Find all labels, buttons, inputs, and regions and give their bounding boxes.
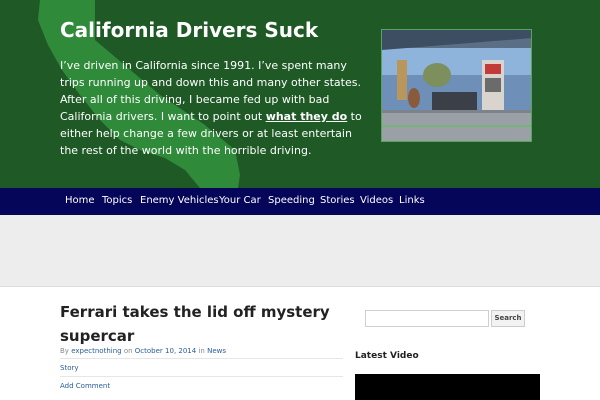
post-title[interactable]: Ferrari takes the lid off mystery superc… [60, 300, 345, 348]
nav-item-topics[interactable]: Topics [102, 195, 132, 206]
byline-on-label: on [123, 347, 133, 355]
site-header: California Drivers Suck I’ve driven in C… [0, 0, 600, 188]
ad-banner-area [0, 215, 600, 287]
byline-in-label: in [198, 347, 205, 355]
site-title[interactable]: California Drivers Suck [60, 18, 318, 42]
divider [60, 376, 343, 377]
tag-link-story[interactable]: Story [60, 364, 79, 372]
header-photo [381, 29, 532, 142]
divider [60, 358, 343, 359]
nav-item-speeding[interactable]: Speeding [268, 195, 315, 206]
nav-item-links[interactable]: Links [399, 195, 425, 206]
nav-item-home[interactable]: Home [65, 195, 95, 206]
byline-by-label: By [60, 347, 69, 355]
search-input[interactable] [365, 310, 489, 327]
date-link[interactable]: October 10, 2014 [135, 347, 196, 355]
nav-item-stories[interactable]: Stories [320, 195, 355, 206]
video-player[interactable] [355, 374, 540, 400]
site-description: I’ve driven in California since 1991. I’… [60, 57, 370, 159]
add-comment-link[interactable]: Add Comment [60, 382, 110, 390]
nav-item-your-car[interactable]: Your Car [219, 195, 261, 206]
category-link[interactable]: News [207, 347, 226, 355]
search-button[interactable]: Search [491, 310, 525, 327]
main-nav: Home Topics Enemy Vehicles Your Car Spee… [0, 188, 600, 215]
author-link[interactable]: expectnothing [71, 347, 121, 355]
post-byline: By expectnothing on October 10, 2014 in … [60, 347, 226, 355]
nav-item-videos[interactable]: Videos [360, 195, 393, 206]
what-they-do-link[interactable]: what they do [266, 110, 348, 123]
latest-video-heading: Latest Video [355, 351, 419, 361]
nav-item-enemy-vehicles[interactable]: Enemy Vehicles [140, 195, 219, 206]
